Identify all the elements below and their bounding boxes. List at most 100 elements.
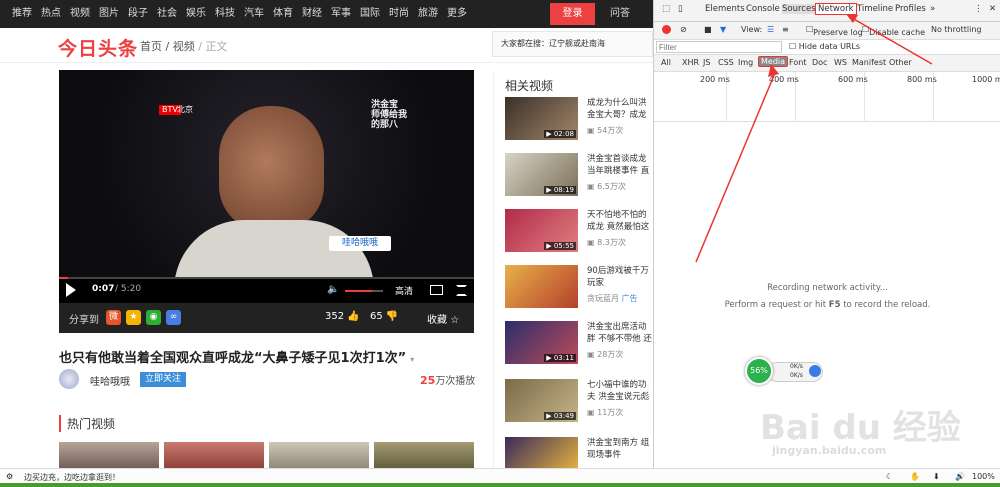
related-thumbnail[interactable]: ▶ 03:49 bbox=[505, 379, 578, 422]
camera-icon[interactable]: ■ bbox=[704, 25, 712, 34]
type-filter-img[interactable]: Img bbox=[738, 58, 753, 67]
related-title[interactable]: 洪金宝出席活动 胖 不够不带他 还 bbox=[587, 321, 653, 345]
related-thumbnail[interactable]: ▶ 02:08 bbox=[505, 97, 578, 140]
related-video-item[interactable]: ▶ 08:19 洪金宝首谈成龙当年跳楼事件 直言成龙 ▣ 6.5万次 bbox=[505, 153, 653, 201]
related-title[interactable]: 洪金宝到南方 组现场事件 bbox=[587, 437, 653, 461]
nav-item-travel[interactable]: 旅游 bbox=[418, 0, 438, 28]
favorite-button[interactable]: 收藏 ☆ bbox=[427, 311, 459, 326]
type-filter-doc[interactable]: Doc bbox=[812, 58, 827, 67]
search-box[interactable]: 大家都在搜：辽宁舰或赴南海 bbox=[492, 31, 653, 57]
hand-icon[interactable]: ✋ bbox=[910, 472, 920, 481]
inspect-icon[interactable]: ⬚ bbox=[662, 4, 670, 14]
download-icon[interactable]: ⬇ bbox=[933, 472, 940, 481]
record-icon[interactable] bbox=[662, 25, 671, 34]
widescreen-icon[interactable] bbox=[430, 285, 443, 295]
avatar[interactable] bbox=[59, 369, 79, 389]
type-filter-xhr[interactable]: XHR bbox=[682, 58, 699, 67]
hot-video-thumbnail[interactable] bbox=[164, 442, 264, 470]
tab-elements[interactable]: Elements bbox=[705, 4, 745, 14]
speed-widget[interactable]: 56% 0K/s 0K/s bbox=[745, 357, 825, 385]
weibo-icon[interactable]: 微 bbox=[106, 310, 121, 325]
network-overview-timeline[interactable]: 200 ms 400 ms 600 ms 800 ms 1000 ms bbox=[654, 72, 1000, 122]
nav-item-finance[interactable]: 财经 bbox=[302, 0, 322, 28]
type-filter-js[interactable]: JS bbox=[703, 58, 710, 67]
nav-item-tech[interactable]: 科技 bbox=[215, 0, 235, 28]
nav-item-entertainment[interactable]: 娱乐 bbox=[186, 0, 206, 28]
filter-icon[interactable]: ▼ bbox=[720, 25, 726, 34]
follow-button[interactable]: 立即关注 bbox=[140, 372, 187, 387]
more-tabs-icon[interactable]: » bbox=[930, 4, 935, 14]
type-filter-all[interactable]: All bbox=[661, 58, 671, 67]
author-name[interactable]: 哇哈哦哦 bbox=[90, 373, 130, 388]
dislike-button[interactable]: 65 👎 bbox=[370, 311, 398, 322]
tab-sources[interactable]: Sources bbox=[782, 4, 816, 14]
volume-slider[interactable] bbox=[345, 290, 383, 292]
qa-link[interactable]: 问答 bbox=[610, 0, 630, 28]
link-icon[interactable]: ∞ bbox=[166, 310, 181, 325]
nav-item-society[interactable]: 社会 bbox=[157, 0, 177, 28]
type-filter-other[interactable]: Other bbox=[889, 58, 912, 67]
menu-dots-icon[interactable]: ⋮ bbox=[974, 4, 983, 14]
related-thumbnail[interactable]: ▶ 03:11 bbox=[505, 321, 578, 364]
nav-item-video[interactable]: 视频 bbox=[70, 0, 90, 28]
related-video-item[interactable]: ▶ 05:55 天不怕地不怕的成龙 竟然最怕这个， ▣ 8.3万次 bbox=[505, 209, 653, 257]
breadcrumb-home[interactable]: 首页 bbox=[140, 40, 162, 53]
related-thumbnail[interactable] bbox=[505, 437, 578, 468]
related-thumbnail[interactable] bbox=[505, 265, 578, 308]
hot-video-thumbnail[interactable] bbox=[374, 442, 474, 470]
device-toolbar-icon[interactable]: ▯ bbox=[678, 4, 683, 14]
tab-timeline[interactable]: Timeline bbox=[857, 4, 893, 14]
nav-item-military[interactable]: 军事 bbox=[331, 0, 351, 28]
related-thumbnail[interactable]: ▶ 05:55 bbox=[505, 209, 578, 252]
related-video-item[interactable]: ▶ 02:08 成龙为什么叫洪金宝大哥？成龙大哥是这样说的 ▣ 54万次 bbox=[505, 97, 653, 145]
nav-item-auto[interactable]: 汽车 bbox=[244, 0, 264, 28]
related-ad-item[interactable]: 90后游戏被千万玩家 贪玩蓝月 广告 bbox=[505, 265, 653, 313]
tab-profiles[interactable]: Profiles bbox=[895, 4, 926, 14]
hot-video-thumbnail[interactable] bbox=[269, 442, 369, 470]
fullscreen-icon[interactable] bbox=[456, 285, 467, 296]
tab-console[interactable]: Console bbox=[746, 4, 780, 14]
gear-icon[interactable]: ⚙ bbox=[6, 472, 13, 481]
type-filter-manifest[interactable]: Manifest bbox=[852, 58, 886, 67]
chevron-down-icon[interactable]: ▾ bbox=[410, 355, 414, 364]
throttling-select[interactable]: No throttling bbox=[931, 25, 982, 34]
nav-item-images[interactable]: 图片 bbox=[99, 0, 119, 28]
volume-icon[interactable]: 🔈 bbox=[327, 284, 339, 295]
related-title[interactable]: 洪金宝首谈成龙当年跳楼事件 直言成龙 bbox=[587, 153, 653, 177]
type-filter-media[interactable]: Media bbox=[758, 56, 789, 67]
like-button[interactable]: 352 👍 bbox=[325, 311, 360, 322]
type-filter-ws[interactable]: WS bbox=[834, 58, 847, 67]
overview-icon[interactable]: ≡ bbox=[782, 25, 789, 34]
hide-data-urls-checkbox[interactable]: ☐ Hide data URLs bbox=[789, 42, 860, 51]
related-thumbnail[interactable]: ▶ 08:19 bbox=[505, 153, 578, 196]
related-video-item[interactable]: ▶ 03:11 洪金宝出席活动 胖 不够不带他 还 ▣ 28万次 bbox=[505, 321, 653, 369]
volume-icon[interactable]: 🔊 bbox=[955, 472, 965, 481]
preserve-log-checkbox[interactable]: ☐ Preserve log bbox=[806, 25, 863, 37]
wechat-icon[interactable]: ◉ bbox=[146, 310, 161, 325]
type-filter-font[interactable]: Font bbox=[789, 58, 806, 67]
nav-item-recommend[interactable]: 推荐 bbox=[12, 0, 32, 28]
related-title[interactable]: 成龙为什么叫洪金宝大哥？成龙大哥是这样说的 bbox=[587, 97, 653, 121]
quality-selector[interactable]: 高清 bbox=[395, 284, 413, 297]
site-logo[interactable]: 今日头条 bbox=[58, 34, 138, 61]
related-title[interactable]: 七小福中谁的功夫 洪金宝说元彪 bbox=[587, 379, 653, 403]
related-video-item[interactable]: ▶ 03:49 七小福中谁的功夫 洪金宝说元彪 ▣ 11万次 bbox=[505, 379, 653, 427]
nav-item-more[interactable]: 更多 bbox=[447, 0, 467, 28]
breadcrumb-video[interactable]: 视频 bbox=[173, 40, 195, 53]
login-button[interactable]: 登录 bbox=[550, 3, 595, 25]
zoom-level[interactable]: 100% bbox=[972, 472, 995, 481]
type-filter-css[interactable]: CSS bbox=[718, 58, 734, 67]
video-player[interactable]: BTV 北京 洪金宝 师傅给我的那八 哇哈哦哦 0:07 / 5:20 🔈 高清 bbox=[59, 70, 474, 303]
nav-item-international[interactable]: 国际 bbox=[360, 0, 380, 28]
nav-item-sports[interactable]: 体育 bbox=[273, 0, 293, 28]
nav-item-fashion[interactable]: 时尚 bbox=[389, 0, 409, 28]
tab-network[interactable]: Network bbox=[815, 3, 857, 15]
related-title[interactable]: 90后游戏被千万玩家 bbox=[587, 265, 653, 289]
large-rows-icon[interactable]: ☰ bbox=[767, 25, 774, 34]
play-icon[interactable] bbox=[66, 283, 76, 297]
nav-item-jokes[interactable]: 段子 bbox=[128, 0, 148, 28]
qzone-icon[interactable]: ★ bbox=[126, 310, 141, 325]
hot-video-thumbnail[interactable] bbox=[59, 442, 159, 470]
related-title[interactable]: 天不怕地不怕的成龙 竟然最怕这个， bbox=[587, 209, 653, 233]
close-icon[interactable]: ✕ bbox=[989, 4, 996, 14]
